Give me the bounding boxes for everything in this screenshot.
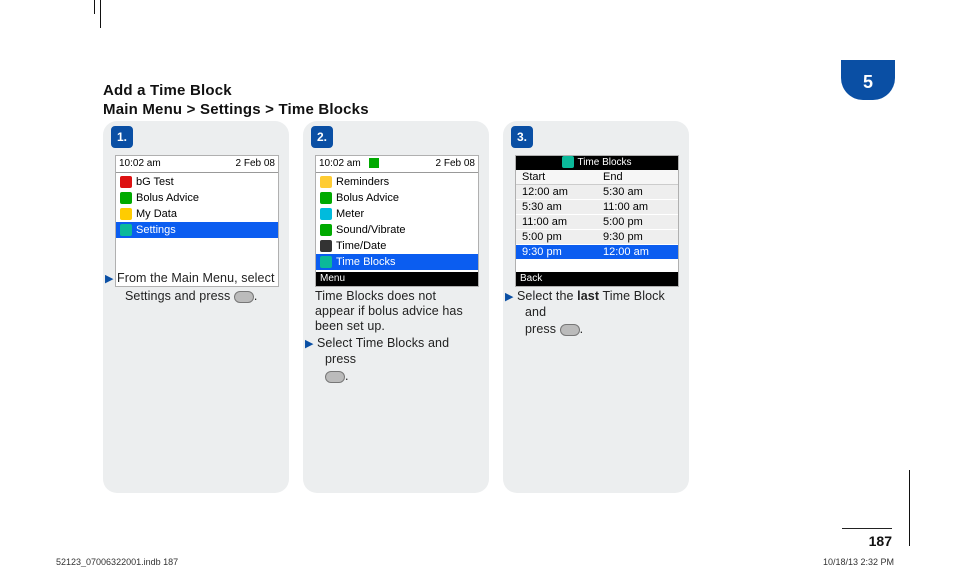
device-screen-timeblocks: Time Blocks StartEnd 12:00 am5:30 am 5:3… xyxy=(515,155,679,287)
clock-text: 10:02 am xyxy=(119,156,161,172)
step-card-2: 2. 10:02 am 2 Feb 08 Reminders Bolus Adv… xyxy=(303,121,489,493)
slug-right: 10/18/13 2:32 PM xyxy=(823,557,894,567)
menu-item-timedate[interactable]: Time/Date xyxy=(316,238,478,254)
table-row[interactable]: 5:30 am11:00 am xyxy=(516,200,678,215)
slug-left: 52123_07006322001.indb 187 xyxy=(56,557,178,567)
ok-button-icon xyxy=(325,371,345,383)
status-bar: 10:02 am 2 Feb 08 xyxy=(116,156,278,173)
menu-item-reminders[interactable]: Reminders xyxy=(316,174,478,190)
date-text: 2 Feb 08 xyxy=(436,156,475,172)
step-cards: 1. 10:02 am 2 Feb 08 bG Test Bolus Advic… xyxy=(103,121,693,493)
table-row[interactable]: 5:00 pm9:30 pm xyxy=(516,230,678,245)
step-card-3: 3. Time Blocks StartEnd 12:00 am5:30 am … xyxy=(503,121,689,493)
menu-item-mydata[interactable]: My Data xyxy=(116,206,278,222)
screen-title: Time Blocks xyxy=(516,156,678,170)
clock-text: 10:02 am xyxy=(319,156,379,172)
status-bar: 10:02 am 2 Feb 08 xyxy=(316,156,478,173)
step-2-caption: Time Blocks does not appear if bolus adv… xyxy=(315,289,479,386)
menu-item-bolus[interactable]: Bolus Advice xyxy=(316,190,478,206)
menu-item-sound[interactable]: Sound/Vibrate xyxy=(316,222,478,238)
menu-item-settings[interactable]: Settings xyxy=(116,222,278,238)
step-number-3: 3. xyxy=(511,126,533,148)
menu-item-timeblocks[interactable]: Time Blocks xyxy=(316,254,478,270)
step-3-caption: ▶Select the last Time Block and press . xyxy=(515,289,679,339)
chapter-tab: 5 xyxy=(841,60,895,100)
section-heading: Add a Time Block Main Menu > Settings > … xyxy=(103,82,369,118)
step-card-1: 1. 10:02 am 2 Feb 08 bG Test Bolus Advic… xyxy=(103,121,289,493)
device-screen-main-menu: 10:02 am 2 Feb 08 bG Test Bolus Advice M… xyxy=(115,155,279,287)
time-blocks-table: StartEnd 12:00 am5:30 am 5:30 am11:00 am… xyxy=(516,170,678,260)
crop-marks xyxy=(0,0,954,36)
crop-mark-right xyxy=(909,470,910,546)
step-1-caption: ▶From the Main Menu, select Settings and… xyxy=(115,271,279,306)
device-screen-settings: 10:02 am 2 Feb 08 Reminders Bolus Advice… xyxy=(315,155,479,287)
step-number-2: 2. xyxy=(311,126,333,148)
table-row[interactable]: 12:00 am5:30 am xyxy=(516,185,678,200)
heading-line1: Add a Time Block xyxy=(103,82,369,99)
ok-button-icon xyxy=(560,324,580,336)
col-start: Start xyxy=(516,170,597,185)
page-number: 187 xyxy=(842,528,892,549)
menu-item-bolus[interactable]: Bolus Advice xyxy=(116,190,278,206)
ok-button-icon xyxy=(234,291,254,303)
date-text: 2 Feb 08 xyxy=(236,156,275,172)
menu-item-meter[interactable]: Meter xyxy=(316,206,478,222)
table-row-selected[interactable]: 9:30 pm12:00 am xyxy=(516,245,678,260)
step-number-1: 1. xyxy=(111,126,133,148)
col-end: End xyxy=(597,170,678,185)
softkey-bar[interactable]: Back xyxy=(516,272,678,286)
softkey-bar[interactable]: Menu xyxy=(316,272,478,286)
document-page: 5 Add a Time Block Main Menu > Settings … xyxy=(0,0,954,567)
menu-item-bgtest[interactable]: bG Test xyxy=(116,174,278,190)
table-row[interactable]: 11:00 am5:00 pm xyxy=(516,215,678,230)
breadcrumb: Main Menu > Settings > Time Blocks xyxy=(103,101,369,118)
